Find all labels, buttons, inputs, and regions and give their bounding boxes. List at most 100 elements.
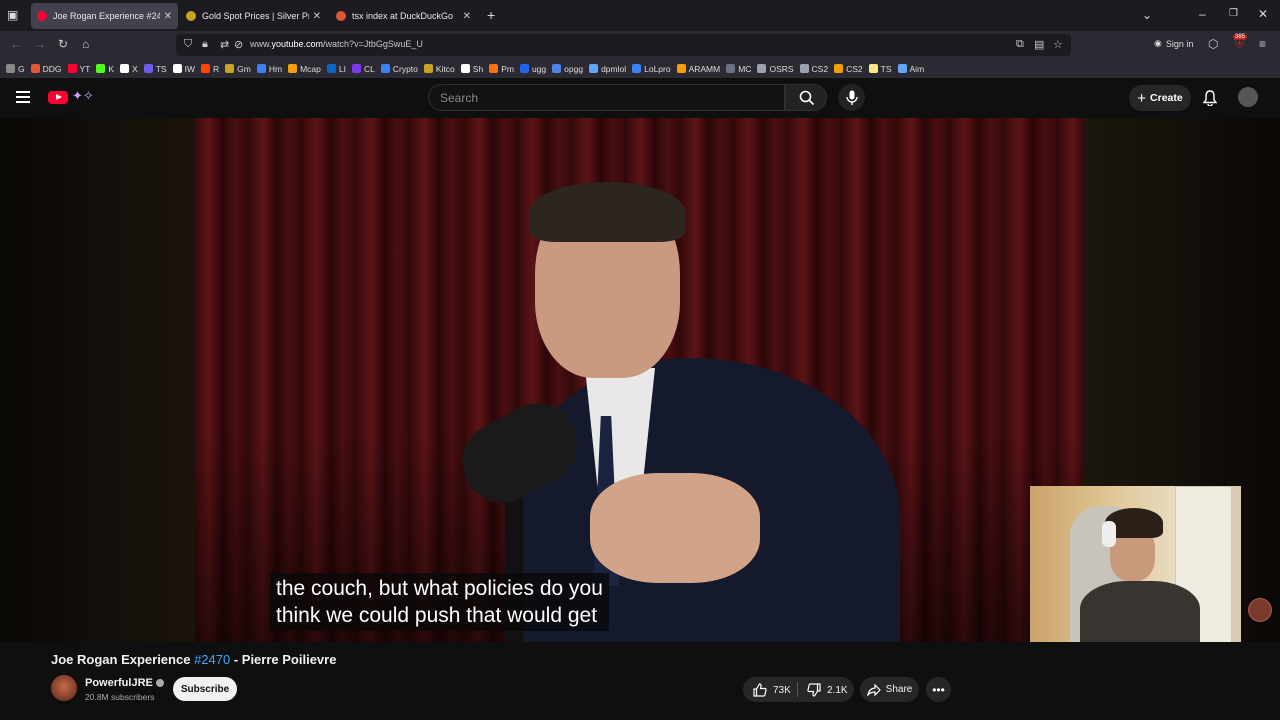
extensions-icon[interactable]: ⬡: [1208, 37, 1218, 51]
bookmark-item[interactable]: LI: [326, 64, 346, 74]
tracking-shield-icon[interactable]: ⛉: [184, 38, 192, 51]
minimize-window-icon[interactable]: –: [1199, 7, 1206, 21]
bookmark-favicon-icon: [380, 64, 390, 73]
share-button[interactable]: Share: [860, 677, 919, 702]
bookmark-label: X: [132, 63, 138, 74]
bookmark-item[interactable]: ugg: [519, 64, 546, 74]
close-tab-icon[interactable]: ✕: [313, 11, 321, 22]
bookmark-item[interactable]: Hm: [256, 64, 282, 74]
create-label: Create: [1150, 92, 1183, 104]
search-button[interactable]: [785, 84, 827, 111]
bookmark-label: OSRS: [769, 63, 794, 74]
guide-menu-icon[interactable]: [16, 91, 30, 106]
episode-hashtag-link[interactable]: #2470: [194, 652, 230, 667]
bookmark-favicon-icon: [172, 64, 182, 73]
bookmark-item[interactable]: LoLpro: [632, 63, 671, 74]
subscribe-button[interactable]: Subscribe: [173, 677, 237, 701]
bookmark-favicon-icon: [201, 64, 210, 73]
permissions-icon[interactable]: ⇄: [220, 38, 229, 51]
bookmark-item[interactable]: Gm: [225, 64, 251, 74]
home-icon[interactable]: ⌂: [82, 37, 89, 51]
voice-search-button[interactable]: [838, 84, 865, 111]
channel-avatar[interactable]: [51, 675, 77, 701]
bookmark-item[interactable]: ARAMM: [676, 64, 720, 74]
bookmark-item[interactable]: CL: [351, 64, 375, 74]
bookmark-label: MC: [738, 63, 752, 74]
like-count: 73K: [773, 684, 791, 696]
account-icon: ◉: [1154, 38, 1162, 48]
tab-duckduckgo[interactable]: tsx index at DuckDuckGo ✕: [330, 3, 477, 29]
bookmark-item[interactable]: Sh: [460, 64, 483, 74]
bookmark-item[interactable]: K: [96, 64, 114, 74]
share-label: Share: [885, 684, 913, 695]
autoplay-blocked-icon[interactable]: ⊘: [234, 38, 243, 51]
youtube-logo[interactable]: [48, 91, 68, 104]
doodle-sparkle-icon[interactable]: ✦✧: [72, 88, 94, 104]
tab-gold-prices[interactable]: Gold Spot Prices | Silver Prices | ✕: [180, 3, 327, 29]
bookmark-item[interactable]: OSRS: [757, 63, 794, 74]
restore-window-icon[interactable]: ❐: [1229, 8, 1238, 19]
sign-in-button[interactable]: ◉ Sign in: [1154, 38, 1193, 49]
close-window-icon[interactable]: ✕: [1258, 7, 1268, 21]
video-captions: the couch, but what policies do you think…: [270, 573, 609, 631]
bookmark-item[interactable]: Mcap: [288, 64, 321, 74]
lock-icon[interactable]: 🔒︎: [202, 38, 208, 51]
reader-view-icon[interactable]: ▤: [1034, 38, 1044, 51]
url-text[interactable]: www.youtube.com/watch?v=JtbGgSwuE_U: [250, 39, 423, 49]
tab-overflow-chevron-icon[interactable]: ⌄: [1142, 8, 1152, 22]
bookmark-item[interactable]: Crypto: [380, 64, 418, 74]
channel-name-text[interactable]: PowerfulJRE: [85, 677, 153, 689]
bookmark-item[interactable]: opgg: [552, 64, 583, 74]
user-avatar[interactable]: [1238, 87, 1258, 107]
bookmark-item[interactable]: Kitco: [423, 64, 455, 74]
close-tab-icon[interactable]: ✕: [463, 11, 471, 22]
channel-name[interactable]: PowerfulJRE: [85, 677, 164, 689]
bookmark-item[interactable]: CS2: [799, 64, 828, 74]
youtube-favicon-icon: [37, 11, 47, 21]
channel-watermark-icon[interactable]: [1248, 598, 1272, 622]
bookmark-item[interactable]: MC: [726, 64, 751, 74]
back-icon[interactable]: ←: [10, 37, 22, 51]
bookmark-item[interactable]: X: [120, 64, 138, 74]
bookmark-item[interactable]: R: [201, 64, 219, 74]
search-input[interactable]: Search: [428, 84, 785, 111]
verified-badge-icon: [155, 679, 164, 688]
bookmark-item[interactable]: Aim: [897, 64, 924, 74]
more-actions-button[interactable]: •••: [926, 677, 951, 702]
tab-list-icon[interactable]: ▣: [7, 8, 18, 22]
new-tab-icon[interactable]: +: [487, 7, 495, 23]
bookmark-favicon-icon: [868, 64, 878, 73]
dislike-button[interactable]: 2.1K: [807, 683, 848, 697]
bookmark-item[interactable]: Pm: [489, 64, 514, 74]
webcam-overlay: [1030, 486, 1241, 642]
notifications-bell-icon[interactable]: [1203, 90, 1217, 106]
bookmark-favicon-icon: [897, 64, 907, 73]
forward-icon[interactable]: →: [34, 37, 46, 51]
tab-title: tsx index at DuckDuckGo: [352, 11, 454, 21]
bookmark-item[interactable]: YT: [67, 64, 90, 74]
picture-in-picture-icon[interactable]: ⧉: [1016, 38, 1024, 51]
tab-title: Gold Spot Prices | Silver Prices |: [202, 11, 309, 21]
reload-icon[interactable]: ↻: [58, 37, 68, 51]
bookmark-label: LoLpro: [644, 63, 671, 74]
bookmark-item[interactable]: DDG: [30, 64, 62, 74]
bookmark-label: TS: [880, 63, 892, 74]
bookmark-favicon-icon: [489, 64, 499, 73]
bookmark-item[interactable]: TS: [143, 64, 167, 74]
bookmark-item[interactable]: dpmlol: [589, 64, 626, 74]
bookmark-item[interactable]: CS2: [834, 64, 863, 74]
video-person-hand: [590, 473, 760, 583]
tab-youtube[interactable]: Joe Rogan Experience #2470 - I ✕: [31, 3, 178, 29]
menu-icon[interactable]: ≡: [1259, 37, 1266, 51]
like-button[interactable]: 73K: [753, 683, 791, 697]
bookmark-star-icon[interactable]: ☆: [1053, 38, 1063, 51]
video-player[interactable]: the couch, but what policies do you think…: [0, 118, 1280, 642]
bookmark-item[interactable]: G: [6, 64, 25, 74]
close-tab-icon[interactable]: ✕: [164, 11, 172, 22]
address-bar[interactable]: ⛉ 🔒︎ ⇄ ⊘ www.youtube.com/watch?v=JtbGgSw…: [176, 34, 1071, 56]
bookmark-favicon-icon: [120, 64, 130, 73]
bookmark-label: Gm: [237, 63, 251, 74]
create-button[interactable]: + Create: [1129, 85, 1191, 111]
bookmark-item[interactable]: IW: [172, 64, 195, 74]
bookmark-item[interactable]: TS: [868, 63, 892, 74]
